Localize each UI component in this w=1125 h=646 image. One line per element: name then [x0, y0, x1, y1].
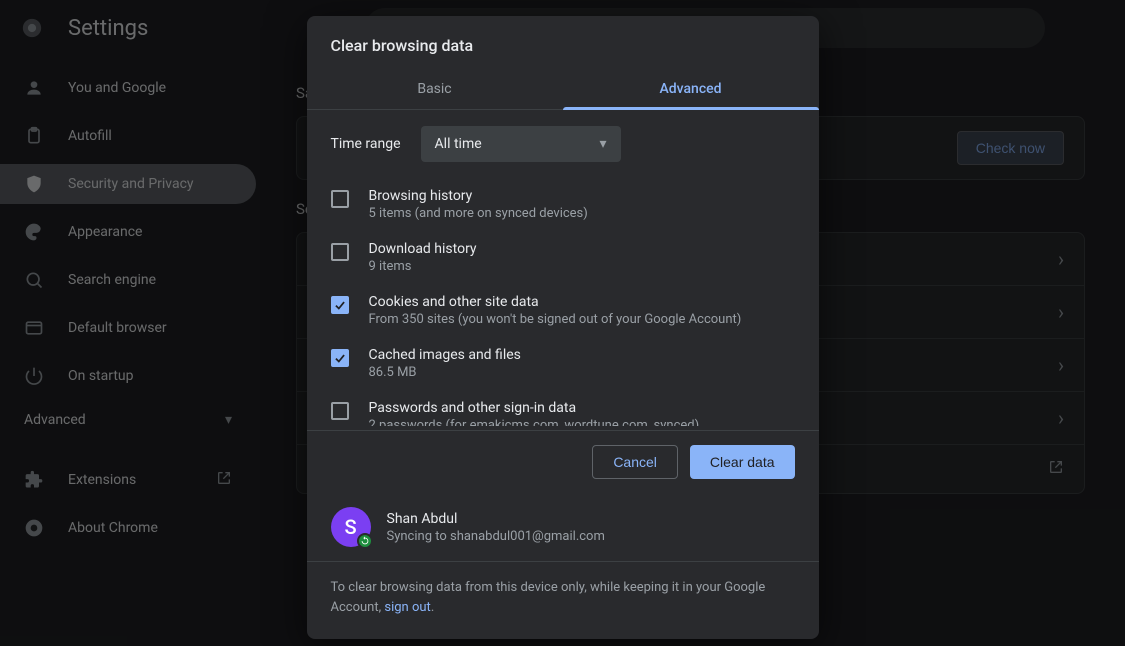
option-checkbox[interactable]	[331, 190, 349, 208]
clear-browsing-data-dialog: Clear browsing data Basic Advanced Time …	[307, 16, 819, 639]
account-name: Shan Abdul	[387, 511, 605, 527]
option-title: Browsing history	[369, 188, 588, 204]
clear-data-option: Cached images and files 86.5 MB	[331, 337, 795, 390]
chevron-right-icon	[1058, 300, 1064, 324]
dialog-scroll[interactable]: Time range All time ▾ Browsing history 5 …	[307, 126, 819, 426]
account-row: S Shan Abdul Syncing to shanabdul001@gma…	[307, 493, 819, 562]
option-title: Cached images and files	[369, 347, 521, 363]
sidebar-item-label: Autofill	[68, 128, 112, 144]
time-range-value: All time	[435, 136, 482, 152]
clear-data-option: Browsing history 5 items (and more on syn…	[331, 178, 795, 231]
user-icon	[24, 78, 44, 98]
sidebar-item-autofill[interactable]: Autofill	[0, 116, 256, 156]
option-subtitle: From 350 sites (you won't be signed out …	[369, 312, 742, 327]
tab-advanced[interactable]: Advanced	[563, 69, 819, 109]
clear-data-option: Download history 9 items	[331, 231, 795, 284]
option-subtitle: 5 items (and more on synced devices)	[369, 206, 588, 221]
chrome-icon	[24, 518, 44, 538]
clear-data-option: Passwords and other sign-in data 2 passwo…	[331, 390, 795, 426]
sidebar-item-label: Default browser	[68, 320, 167, 336]
cancel-button[interactable]: Cancel	[592, 445, 678, 479]
sign-out-link[interactable]: sign out	[384, 600, 430, 615]
dropdown-arrow-icon: ▾	[600, 136, 607, 152]
sidebar-item-search-engine[interactable]: Search engine	[0, 260, 256, 300]
sync-badge-icon	[357, 533, 373, 549]
option-checkbox[interactable]	[331, 349, 349, 367]
sidebar-item-security-privacy[interactable]: Security and Privacy	[0, 164, 256, 204]
sidebar: You and Google Autofill Security and Pri…	[0, 56, 256, 646]
page-title: Settings	[68, 16, 148, 41]
tab-basic[interactable]: Basic	[307, 69, 563, 109]
power-icon	[24, 366, 44, 386]
option-checkbox[interactable]	[331, 296, 349, 314]
footer-period: .	[431, 600, 434, 615]
option-subtitle: 2 passwords (for emakicms.com, wordtune.…	[369, 418, 700, 426]
sidebar-item-label: Security and Privacy	[68, 176, 194, 192]
dialog-tabs: Basic Advanced	[307, 69, 819, 110]
sidebar-item-you-and-google[interactable]: You and Google	[0, 68, 256, 108]
option-title: Cookies and other site data	[369, 294, 742, 310]
sidebar-item-appearance[interactable]: Appearance	[0, 212, 256, 252]
sidebar-item-about-chrome[interactable]: About Chrome	[0, 508, 256, 548]
puzzle-icon	[24, 470, 44, 490]
sidebar-advanced-toggle[interactable]: Advanced ▾	[0, 404, 256, 436]
time-range-label: Time range	[331, 136, 401, 152]
option-checkbox[interactable]	[331, 402, 349, 420]
sidebar-item-label: Search engine	[68, 272, 156, 288]
shield-icon	[24, 174, 44, 194]
palette-icon	[24, 222, 44, 242]
dialog-footer-text: To clear browsing data from this device …	[307, 562, 819, 639]
chevron-down-icon: ▾	[225, 412, 232, 428]
sidebar-advanced-label: Advanced	[24, 412, 86, 428]
sidebar-item-label: On startup	[68, 368, 134, 384]
chevron-right-icon	[1058, 406, 1064, 430]
chevron-right-icon	[1058, 247, 1064, 271]
external-link-icon	[216, 470, 232, 490]
clipboard-icon	[24, 126, 44, 146]
chrome-logo-icon	[20, 16, 44, 40]
dialog-title: Clear browsing data	[307, 16, 819, 55]
sidebar-item-on-startup[interactable]: On startup	[0, 356, 256, 396]
clear-data-button[interactable]: Clear data	[690, 445, 795, 479]
search-icon	[24, 270, 44, 290]
sidebar-item-label: Appearance	[68, 224, 142, 240]
chevron-right-icon	[1058, 353, 1064, 377]
check-now-button[interactable]: Check now	[957, 131, 1064, 165]
option-subtitle: 86.5 MB	[369, 365, 521, 380]
sidebar-item-label: About Chrome	[68, 520, 158, 536]
sidebar-item-label: You and Google	[68, 80, 166, 96]
sidebar-item-default-browser[interactable]: Default browser	[0, 308, 256, 348]
avatar-initial: S	[344, 515, 356, 539]
option-checkbox[interactable]	[331, 243, 349, 261]
avatar: S	[331, 507, 371, 547]
external-link-icon	[1048, 459, 1064, 479]
option-title: Download history	[369, 241, 477, 257]
clear-data-option: Cookies and other site data From 350 site…	[331, 284, 795, 337]
sidebar-item-extensions[interactable]: Extensions	[0, 460, 256, 500]
account-sync-status: Syncing to shanabdul001@gmail.com	[387, 529, 605, 544]
option-subtitle: 9 items	[369, 259, 477, 274]
sidebar-item-label: Extensions	[68, 472, 136, 488]
browser-icon	[24, 318, 44, 338]
time-range-select[interactable]: All time ▾	[421, 126, 621, 162]
option-title: Passwords and other sign-in data	[369, 400, 700, 416]
